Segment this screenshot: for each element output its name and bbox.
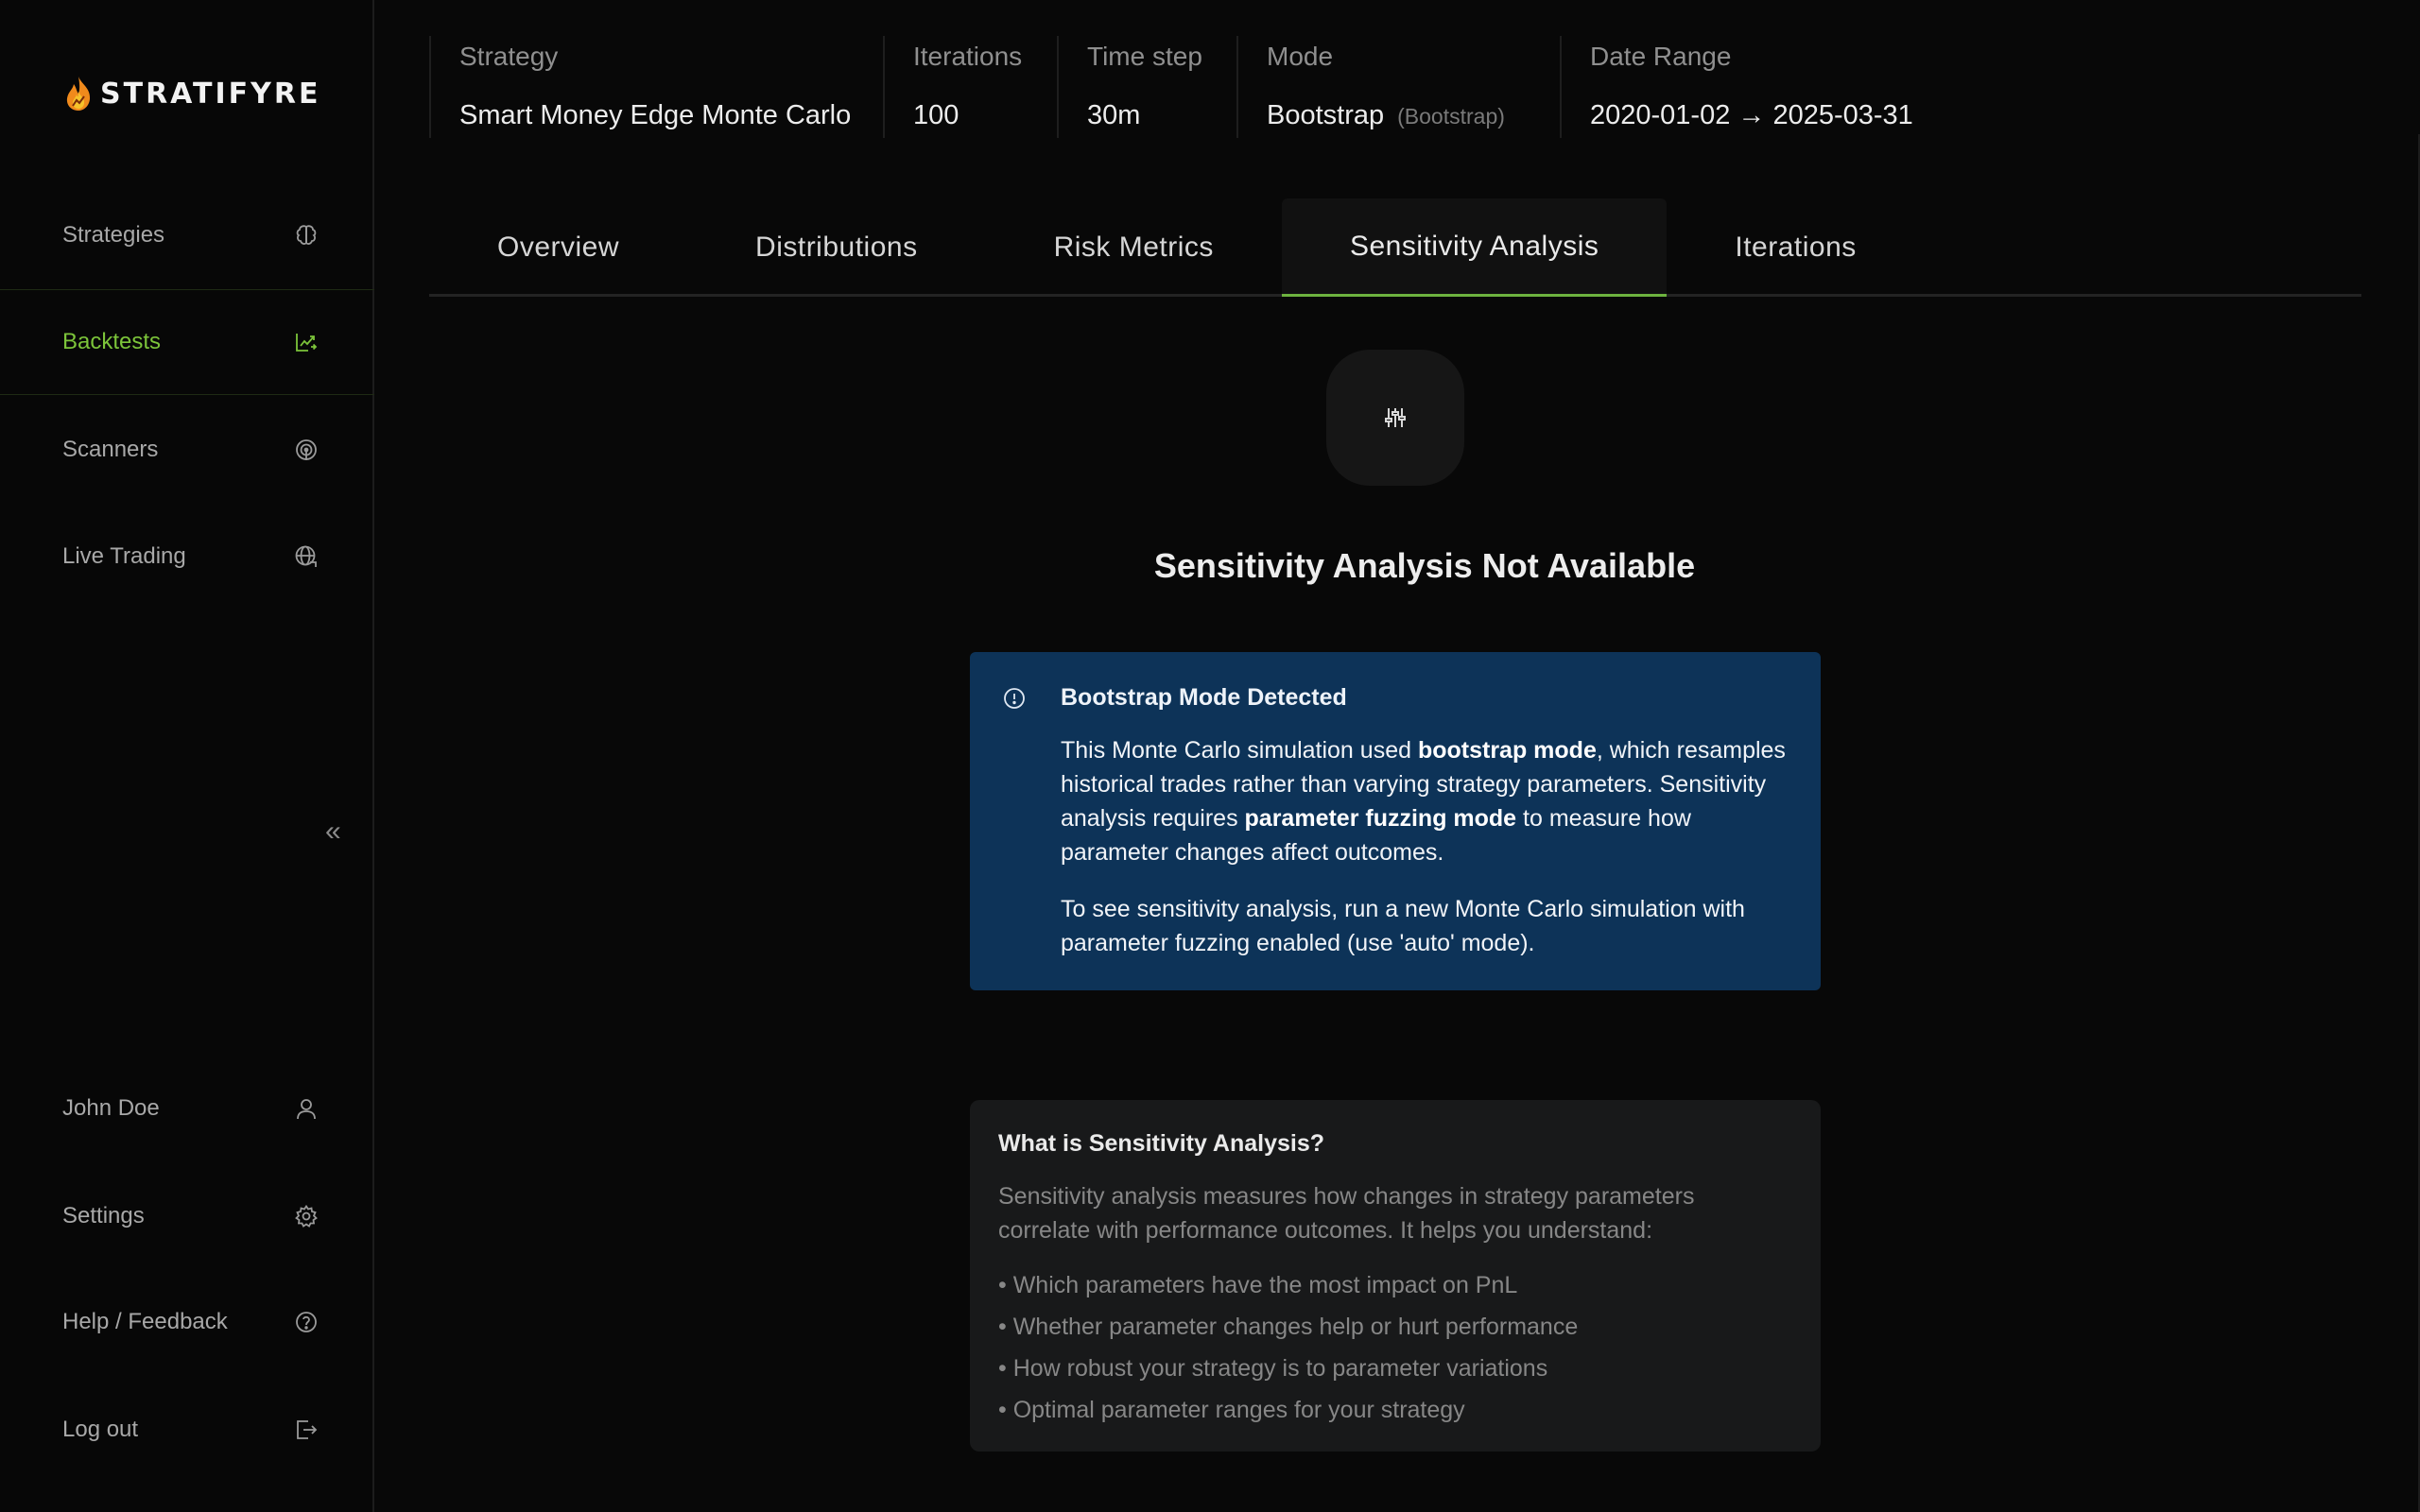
sliders-icon — [1326, 350, 1464, 486]
sidebar-item-scanners[interactable]: Scanners — [0, 397, 374, 503]
sidebar-item-logout[interactable]: Log out — [0, 1377, 374, 1483]
sidebar-item-strategies[interactable]: Strategies — [0, 182, 374, 288]
sensitivity-explainer: What is Sensitivity Analysis? Sensitivit… — [970, 1100, 1821, 1452]
tab-overview[interactable]: Overview — [429, 198, 687, 297]
backtest-chart-icon — [293, 329, 320, 355]
sidebar-item-label: John Doe — [62, 1095, 160, 1121]
list-item: • Optimal parameter ranges for your stra… — [998, 1397, 1465, 1423]
sidebar-item-label: Log out — [62, 1417, 139, 1442]
header-label: Time step — [1087, 42, 1202, 71]
list-item: • Whether parameter changes help or hurt… — [998, 1314, 1579, 1340]
sidebar-item-label: Live Trading — [62, 543, 186, 569]
notice-emphasis: bootstrap mode — [1417, 737, 1597, 764]
brand-name: STRATIFYRE — [100, 77, 321, 111]
page-title: Sensitivity Analysis Not Available — [1153, 546, 1696, 585]
sidebar-item-label: Settings — [62, 1203, 145, 1228]
sidebar-item-label: Strategies — [62, 222, 165, 248]
tab-iterations[interactable]: Iterations — [1667, 198, 1924, 297]
collapse-sidebar-button[interactable]: « — [325, 817, 348, 846]
list-item: • How robust your strategy is to paramet… — [998, 1355, 1548, 1382]
mode-sub: (Bootstrap) — [1397, 104, 1505, 129]
radar-icon — [293, 437, 320, 463]
bootstrap-mode-notice: Bootstrap Mode Detected This Monte Carlo… — [970, 652, 1821, 990]
run-summary-header: Strategy Smart Money Edge Monte Carlo It… — [429, 36, 1957, 138]
header-iterations: Iterations 100 — [883, 36, 1057, 138]
sidebar-item-backtests[interactable]: Backtests — [0, 289, 374, 395]
header-timestep: Time step 30m — [1057, 36, 1236, 138]
sidebar-item-label: Scanners — [62, 437, 159, 462]
tab-sensitivity-analysis[interactable]: Sensitivity Analysis — [1281, 198, 1668, 297]
header-label: Mode — [1267, 42, 1334, 71]
header-label: Iterations — [913, 42, 1023, 71]
sidebar: STRATIFYRE Strategies Backtests Scanners… — [0, 0, 374, 1512]
header-value: 30m — [1087, 100, 1141, 130]
notice-paragraph-2: To see sensitivity analysis, run a new M… — [1061, 896, 1745, 956]
sidebar-item-label: Backtests — [62, 329, 162, 354]
header-mode: Mode Bootstrap (Bootstrap) — [1236, 36, 1560, 138]
header-value: 100 — [913, 100, 959, 130]
gear-icon — [293, 1203, 320, 1229]
logout-icon — [293, 1417, 320, 1443]
flame-icon — [66, 77, 91, 111]
header-strategy: Strategy Smart Money Edge Monte Carlo — [429, 36, 883, 138]
sidebar-item-live-trading[interactable]: Live Trading — [0, 504, 374, 610]
tab-risk-metrics[interactable]: Risk Metrics — [986, 198, 1282, 297]
sidebar-item-settings[interactable]: Settings — [0, 1163, 374, 1269]
help-icon — [293, 1309, 320, 1335]
brain-icon — [293, 222, 320, 249]
header-value: 2020-01-02 → 2025-03-31 — [1590, 100, 1913, 130]
notice-text: This Monte Carlo simulation used — [1061, 737, 1418, 764]
header-label: Strategy — [459, 42, 559, 71]
tab-distributions[interactable]: Distributions — [687, 198, 986, 297]
sidebar-item-profile[interactable]: John Doe — [0, 1056, 374, 1161]
explainer-description: Sensitivity analysis measures how change… — [998, 1183, 1695, 1244]
notice-paragraph-1: This Monte Carlo simulation used bootstr… — [1061, 733, 1798, 869]
header-label: Date Range — [1590, 42, 1732, 71]
explainer-heading: What is Sensitivity Analysis? — [998, 1130, 1325, 1157]
sidebar-item-label: Help / Feedback — [62, 1309, 228, 1334]
notice-emphasis: parameter fuzzing mode — [1244, 805, 1517, 832]
header-value: Bootstrap (Bootstrap) — [1267, 100, 1531, 131]
notice-heading: Bootstrap Mode Detected — [1061, 684, 1347, 711]
mode-value: Bootstrap — [1267, 100, 1385, 130]
user-icon — [293, 1095, 320, 1122]
tab-bar: Overview Distributions Risk Metrics Sens… — [429, 198, 2361, 297]
list-item: • Which parameters have the most impact … — [998, 1272, 1518, 1298]
header-value: Smart Money Edge Monte Carlo — [459, 100, 852, 130]
explainer-list: • Which parameters have the most impact … — [998, 1264, 1578, 1431]
info-icon — [1002, 686, 1027, 715]
globe-icon — [293, 543, 320, 570]
brand-logo[interactable]: STRATIFYRE — [62, 70, 321, 117]
header-daterange: Date Range 2020-01-02 → 2025-03-31 — [1560, 36, 1957, 138]
sidebar-item-help[interactable]: Help / Feedback — [0, 1269, 374, 1375]
